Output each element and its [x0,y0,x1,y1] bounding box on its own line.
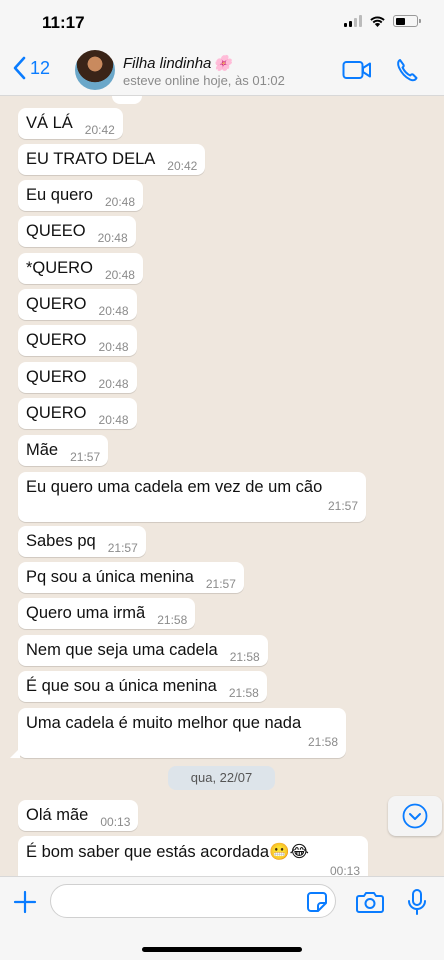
message-bubble[interactable]: Eu quero 20:48 [18,180,143,211]
message-time: 00:13 [100,815,131,829]
message-bubble[interactable]: Quero uma irmã 21:58 [18,598,196,629]
contact-name-text: Filha lindinha [123,55,212,72]
signal-icon [344,15,362,27]
message-text: QUERO [26,368,87,386]
message-bubble[interactable]: Mãe 21:57 [18,435,109,466]
message-bubble[interactable]: *QUERO 20:48 [18,253,143,284]
message-bubble[interactable]: QUERO 20:48 [18,325,137,356]
video-call-icon[interactable] [342,60,372,80]
message-bubble[interactable]: Pq sou a única menina 21:57 [18,562,244,593]
battery-icon [393,15,421,27]
chevron-left-icon [13,56,26,80]
message-text: EU TRATO DELA [26,150,156,168]
message-text: Pq sou a única menina [26,568,194,586]
chat-header: 12 Filha lindinha 🌸 esteve online hoje, à… [0,46,444,96]
message-text: Sabes pq [26,532,96,550]
message-text: QUEEO [26,222,86,240]
date-divider: qua, 22/07 [168,766,275,790]
message-text: Eu quero [26,186,93,204]
status-bar: 11:17 [0,0,444,46]
message-bubble[interactable]: É bom saber que estás acordada😬😂 00:13 [18,836,368,876]
input-bar [0,876,444,960]
message-text: Uma cadela é muito melhor que nada [26,714,302,732]
message-time: 21:57 [70,450,101,464]
phone-icon[interactable] [396,58,418,82]
sticker-icon[interactable] [306,891,328,913]
message-time: 20:48 [98,377,129,391]
message-bubble[interactable]: Sabes pq 21:57 [18,526,146,557]
message-bubble[interactable]: Olá mãe 00:13 [18,800,139,831]
message-bubble[interactable]: QUERO 20:48 [18,362,137,393]
unread-count: 12 [30,57,51,78]
message-time: 21:58 [157,613,188,627]
wifi-icon [370,16,385,27]
scroll-down-button[interactable] [388,796,442,836]
previous-message-edge [112,96,142,104]
message-text: Eu quero uma cadela em vez de um cão [26,478,323,496]
message-bubble[interactable]: QUERO 20:48 [18,398,137,429]
message-bubble[interactable]: VÁ LÁ 20:42 [18,108,123,139]
message-text: Olá mãe [26,806,89,824]
message-bubble[interactable]: É que sou a única menina 21:58 [18,671,267,702]
home-indicator [142,947,302,952]
contact-name[interactable]: Filha lindinha 🌸 [123,54,232,72]
camera-icon[interactable] [356,890,384,914]
status-icons [344,15,421,27]
message-bubble[interactable]: QUERO 20:48 [18,289,137,320]
message-bubble[interactable]: QUEEO 20:48 [18,216,136,247]
avatar[interactable] [75,50,115,90]
message-text: QUERO [26,404,87,422]
status-time: 11:17 [42,13,85,32]
message-bubble[interactable]: EU TRATO DELA 20:42 [18,144,206,175]
message-text: É que sou a única menina [26,677,217,695]
message-text: Mãe [26,441,59,459]
flower-emoji: 🌸 [213,55,233,72]
chat-area[interactable]: VÁ LÁ 20:42 EU TRATO DELA 20:42 Eu quero 20… [0,96,444,876]
message-text: Quero uma irmã [26,604,146,622]
back-button[interactable]: 12 [12,56,50,80]
message-time: 21:57 [327,499,358,513]
message-text: Nem que seja uma cadela [26,641,218,659]
message-time: 20:42 [167,159,198,173]
message-time: 21:58 [229,650,260,664]
message-text: QUERO [26,295,87,313]
message-bubble[interactable]: Eu quero uma cadela em vez de um cão 21:5… [18,472,366,522]
message-time: 20:48 [98,413,129,427]
message-time: 20:48 [98,340,129,354]
contact-status: esteve online hoje, às 01:02 [123,73,285,88]
plus-icon[interactable] [13,890,37,914]
message-bubble[interactable]: Nem que seja uma cadela 21:58 [18,635,268,666]
message-time: 20:42 [84,123,115,137]
message-time: 20:48 [104,195,135,209]
message-time: 21:58 [307,735,338,749]
message-time: 20:48 [104,268,135,282]
message-time: 21:57 [107,541,138,555]
message-time: 20:48 [98,304,129,318]
message-text: QUERO [26,331,87,349]
chevron-down-icon [402,803,428,829]
message-time: 21:57 [205,577,236,591]
message-text: *QUERO [26,259,93,277]
message-time: 00:13 [329,864,360,876]
message-time: 20:48 [97,231,128,245]
message-text: VÁ LÁ [26,114,73,132]
message-time: 21:58 [228,686,259,700]
message-text: É bom saber que estás acordada😬😂 [26,843,309,861]
microphone-icon[interactable] [407,888,427,916]
message-bubble[interactable]: Uma cadela é muito melhor que nada 21:58 [10,708,346,758]
message-input[interactable] [50,884,336,918]
